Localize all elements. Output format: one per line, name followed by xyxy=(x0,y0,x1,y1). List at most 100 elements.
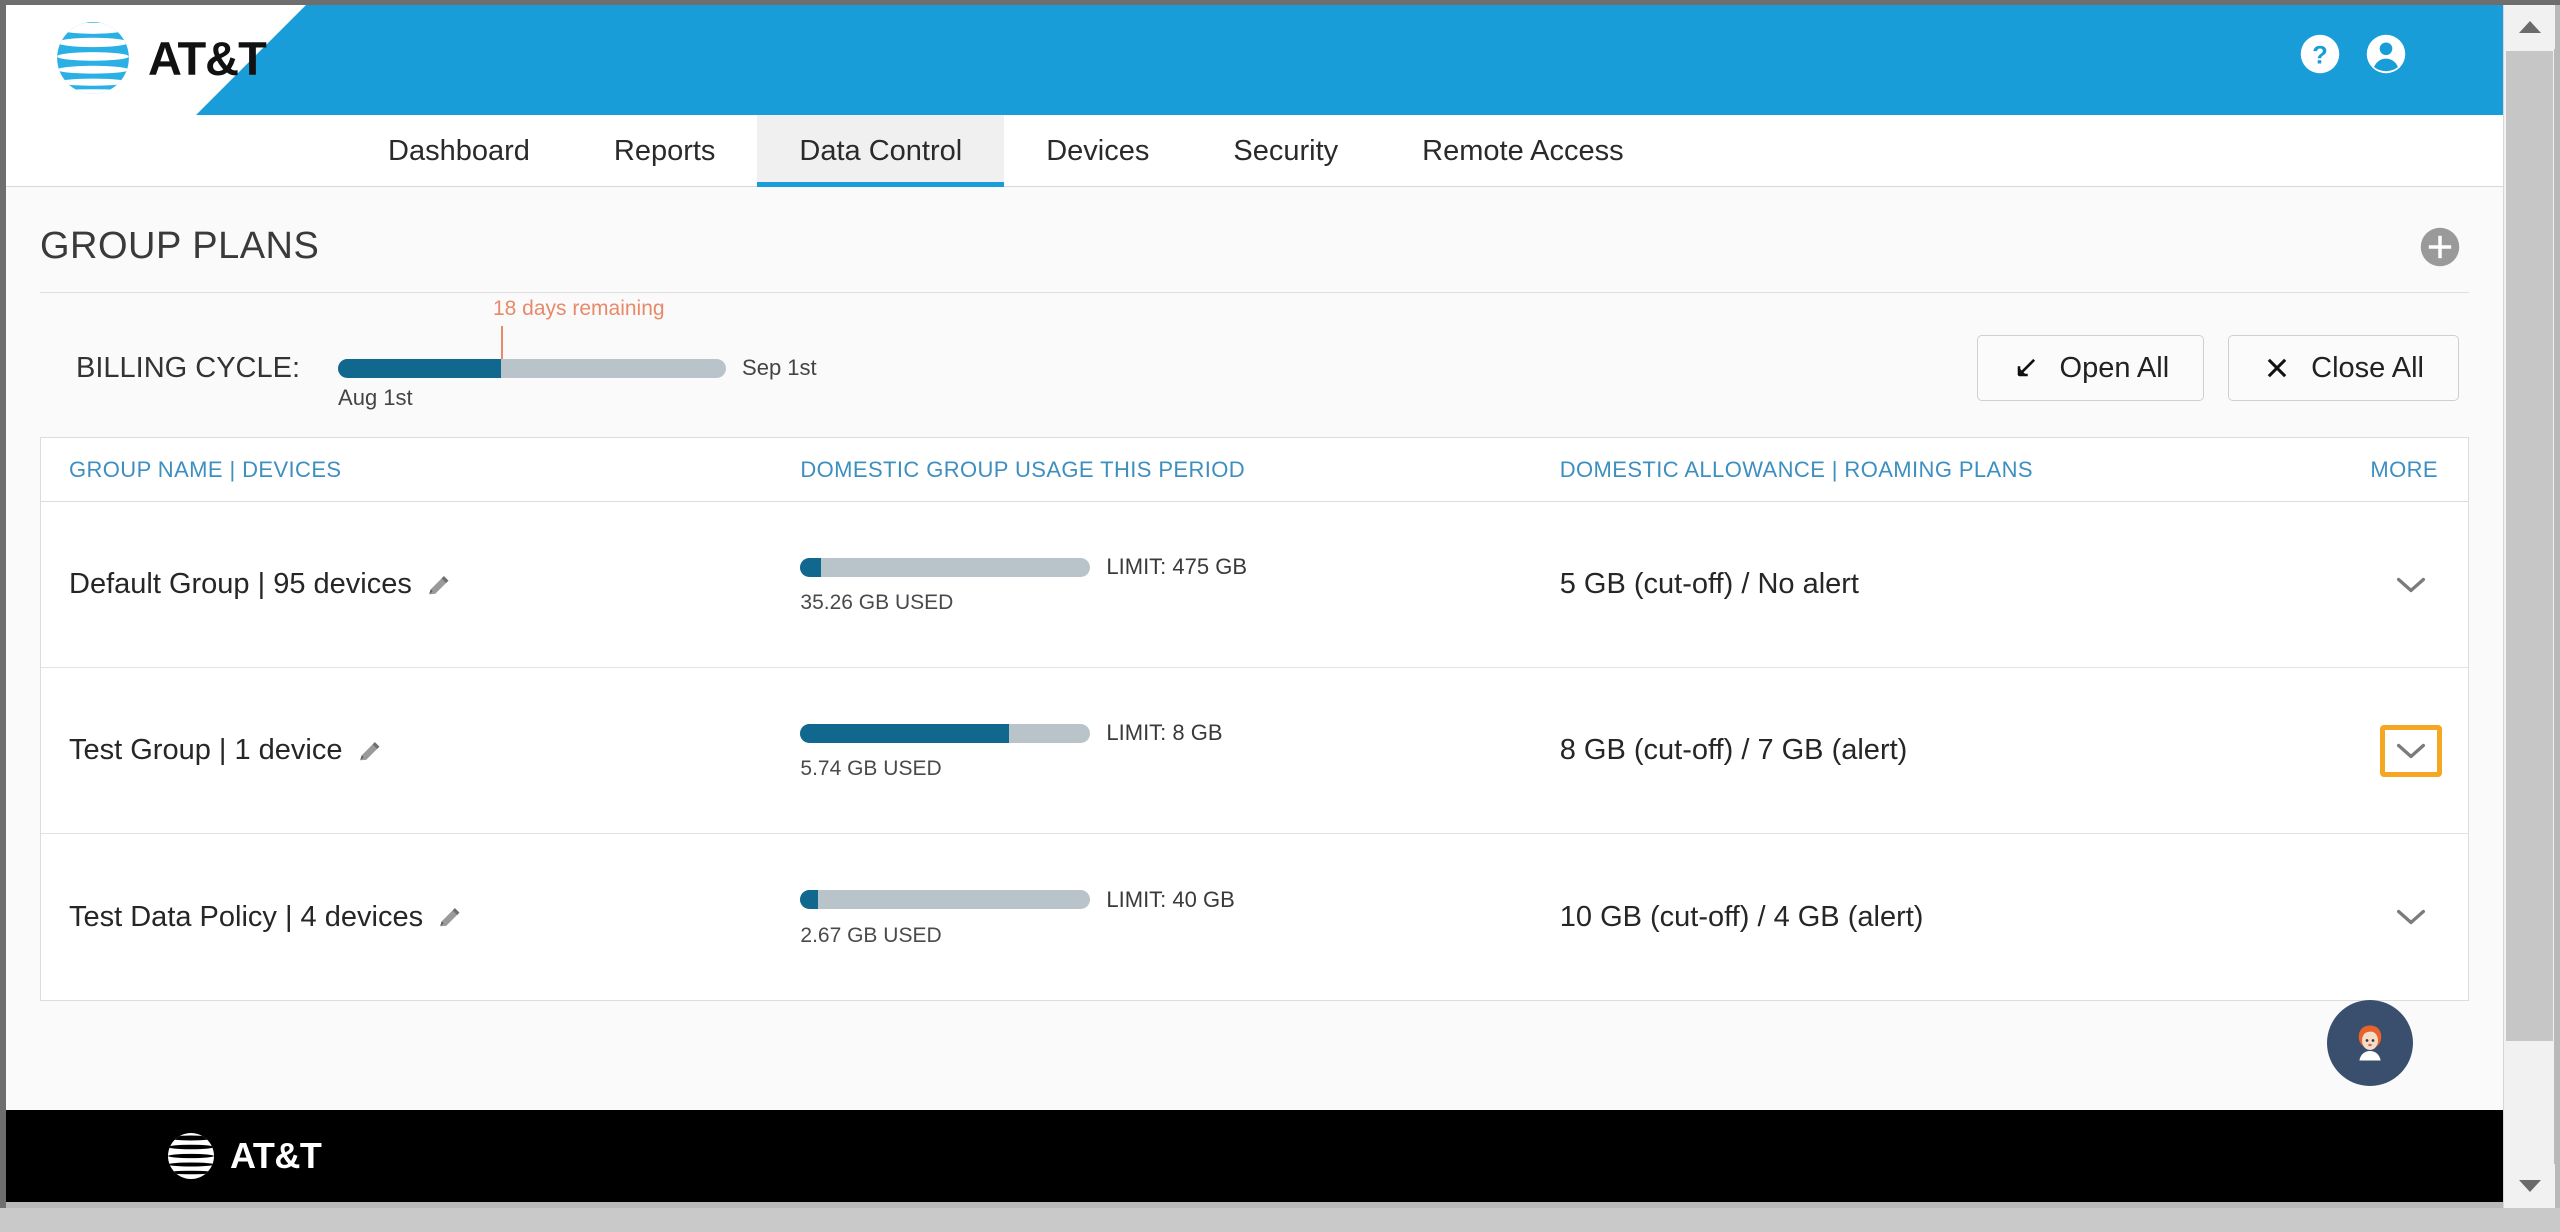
tab-devices[interactable]: Devices xyxy=(1004,115,1191,187)
att-wordmark: AT&T xyxy=(148,31,267,85)
svg-text:?: ? xyxy=(2312,42,2328,70)
page-scrollbar[interactable] xyxy=(2503,5,2555,1208)
allowance-cell: 10 GB (cut-off) / 4 GB (alert) xyxy=(1560,901,2229,934)
group-name-cell: Default Group | 95 devices xyxy=(41,568,800,601)
att-logo[interactable]: AT&T xyxy=(54,19,267,97)
table-row: Test Data Policy | 4 devices LIMIT: 40 G… xyxy=(41,834,2468,1000)
footer-att-logo: AT&T xyxy=(166,1131,322,1181)
usage-cell: LIMIT: 40 GB 2.67 GB USED xyxy=(800,887,1559,948)
more-cell xyxy=(2229,559,2468,611)
row-expand-button-highlighted[interactable] xyxy=(2380,724,2443,777)
billing-cycle-row: BILLING CYCLE: 18 days remaining Aug 1st… xyxy=(40,293,2469,437)
chevron-down-icon xyxy=(2396,909,2426,925)
open-all-label: Open All xyxy=(2059,351,2170,384)
row-expand-button[interactable] xyxy=(2380,891,2442,943)
usage-limit-label: LIMIT: 8 GB xyxy=(1106,720,1223,745)
col-header-group-name[interactable]: GROUP NAME | DEVICES xyxy=(41,457,800,483)
pencil-edit-icon[interactable] xyxy=(357,738,383,764)
chevron-down-icon xyxy=(2396,743,2426,758)
usage-track xyxy=(800,890,1091,909)
usage-used-label: 35.26 GB USED xyxy=(800,591,954,614)
scroll-up-button[interactable] xyxy=(2504,5,2555,49)
pencil-edit-icon[interactable] xyxy=(426,572,452,598)
usage-fill xyxy=(800,723,1010,743)
group-name-cell: Test Data Policy | 4 devices xyxy=(41,901,800,934)
header-icon-group: ? xyxy=(2299,33,2407,75)
billing-cycle-progress: 18 days remaining Aug 1st Sep 1st xyxy=(338,297,817,410)
usage-used-label: 2.67 GB USED xyxy=(800,923,942,947)
tab-label: Devices xyxy=(1046,134,1150,167)
main-navigation: Dashboard Reports Data Control Devices S… xyxy=(6,115,2503,202)
tab-label: Security xyxy=(1233,134,1339,167)
allowance-cell: 8 GB (cut-off) / 7 GB (alert) xyxy=(1560,734,2229,767)
tab-label: Remote Access xyxy=(1422,134,1624,167)
usage-limit-label: LIMIT: 475 GB xyxy=(1106,554,1248,579)
tab-dashboard[interactable]: Dashboard xyxy=(346,115,572,187)
usage-track xyxy=(800,723,1091,743)
chat-agent-avatar-icon xyxy=(2358,1025,2382,1061)
allowance-text: 10 GB (cut-off) / 4 GB (alert) xyxy=(1559,900,1924,933)
group-name-wrap: Default Group | 95 devices xyxy=(69,568,800,601)
page-title: GROUP PLANS xyxy=(40,225,320,267)
chat-support-button[interactable] xyxy=(2327,1000,2413,1086)
tab-reports[interactable]: Reports xyxy=(572,115,758,187)
page-title-row: GROUP PLANS xyxy=(40,187,2469,293)
scroll-up-arrow-icon xyxy=(2518,21,2541,33)
footer-wordmark: AT&T xyxy=(230,1135,322,1176)
group-name-cell: Test Group | 1 device xyxy=(41,734,800,767)
close-all-label: Close All xyxy=(2311,351,2424,384)
table-row: Test Group | 1 device LIMIT: 8 GB 5.74 G… xyxy=(41,668,2468,834)
nav-tab-list: Dashboard Reports Data Control Devices S… xyxy=(346,115,1666,202)
site-footer: AT&T xyxy=(6,1110,2503,1202)
usage-cell: LIMIT: 475 GB 35.26 GB USED xyxy=(800,554,1559,615)
row-expand-button[interactable] xyxy=(2380,559,2442,611)
allowance-cell: 5 GB (cut-off) / No alert xyxy=(1560,568,2229,601)
group-plans-table: GROUP NAME | DEVICES DOMESTIC GROUP USAG… xyxy=(40,437,2469,1001)
user-account-icon[interactable] xyxy=(2365,33,2407,75)
billing-cycle-track: 18 days remaining Aug 1st xyxy=(338,297,727,410)
usage-fill xyxy=(800,557,821,577)
page-root: AT&T ? Dashboard Reports Data Control De… xyxy=(6,5,2503,1202)
billing-start-date: Aug 1st xyxy=(338,384,413,410)
arrow-down-left-icon xyxy=(2017,358,2035,377)
chevron-down-icon xyxy=(2396,577,2426,592)
allowance-text: 8 GB (cut-off) / 7 GB (alert) xyxy=(1559,734,1908,766)
open-all-button[interactable]: Open All xyxy=(1976,335,2205,401)
col-header-usage[interactable]: DOMESTIC GROUP USAGE THIS PERIOD xyxy=(800,457,1559,483)
scrollbar-thumb[interactable] xyxy=(2506,51,2553,1041)
usage-track xyxy=(800,557,1091,577)
tab-label: Reports xyxy=(613,134,716,167)
tab-label: Dashboard xyxy=(388,134,530,167)
tab-remote-access[interactable]: Remote Access xyxy=(1380,115,1665,187)
table-header-row: GROUP NAME | DEVICES DOMESTIC GROUP USAG… xyxy=(41,438,2468,502)
billing-cycle-fill xyxy=(338,358,501,378)
browser-viewport: AT&T ? Dashboard Reports Data Control De… xyxy=(0,0,2560,1232)
scroll-down-button[interactable] xyxy=(2504,1164,2555,1208)
usage-limit-label: LIMIT: 40 GB xyxy=(1106,886,1235,912)
att-globe-icon xyxy=(168,1133,214,1179)
close-all-button[interactable]: Close All xyxy=(2228,335,2459,401)
billing-cycle-label: BILLING CYCLE: xyxy=(76,351,301,384)
tab-security[interactable]: Security xyxy=(1191,115,1380,187)
group-name-text: Test Group | 1 device xyxy=(69,734,343,766)
pencil-edit-icon[interactable] xyxy=(437,904,463,930)
group-name-text: Default Group | 95 devices xyxy=(69,568,412,600)
help-circle-icon[interactable]: ? xyxy=(2299,33,2341,75)
usage-used-label: 5.74 GB USED xyxy=(800,757,942,780)
col-header-allowance[interactable]: DOMESTIC ALLOWANCE | ROAMING PLANS xyxy=(1560,457,2229,483)
more-cell xyxy=(2229,724,2468,777)
att-globe-icon xyxy=(57,22,129,94)
billing-cycle-group: BILLING CYCLE: 18 days remaining Aug 1st… xyxy=(76,297,817,410)
add-plus-circle-icon[interactable] xyxy=(2419,226,2461,268)
close-x-icon xyxy=(2267,358,2287,378)
usage-cell: LIMIT: 8 GB 5.74 GB USED xyxy=(800,720,1559,781)
expand-collapse-buttons: Open All Close All xyxy=(1976,335,2459,401)
tab-data-control[interactable]: Data Control xyxy=(757,115,1005,202)
group-name-wrap: Test Group | 1 device xyxy=(69,734,800,767)
header-blue-banner xyxy=(196,5,2503,115)
window-frame-bottom xyxy=(0,1208,2560,1232)
scroll-down-arrow-icon xyxy=(2518,1180,2541,1192)
more-cell xyxy=(2229,891,2468,943)
table-row: Default Group | 95 devices LIMIT: 475 GB… xyxy=(41,502,2468,668)
col-header-more[interactable]: MORE xyxy=(2229,457,2468,483)
